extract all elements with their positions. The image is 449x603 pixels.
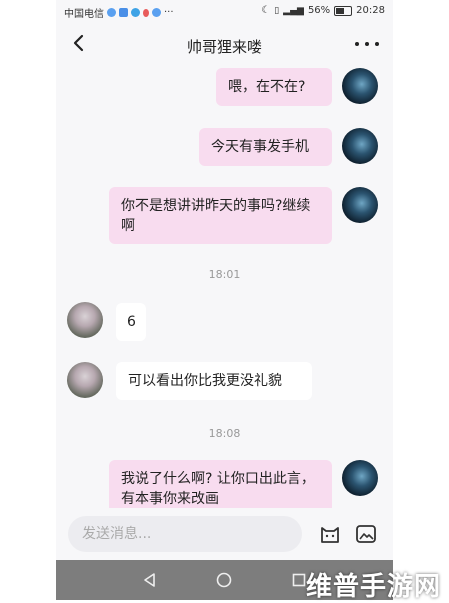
status-bar: 中国电信 ··· ☾ ▯ ▂▄▆ 56% 20:28 — [56, 0, 393, 24]
clock: 20:28 — [356, 5, 385, 16]
timestamp: 18:08 — [208, 427, 241, 440]
app-icon — [119, 8, 128, 17]
dot — [355, 42, 359, 46]
cat-face-icon — [321, 527, 339, 543]
message-text: 你不是想讲讲昨天的事吗?继续啊 — [121, 198, 311, 234]
moon-icon: ☾ — [261, 5, 271, 16]
chat-title: 帅哥狸来喽 — [186, 38, 262, 56]
message-bubble-received[interactable]: 6 — [116, 303, 146, 341]
my-avatar[interactable] — [342, 128, 378, 164]
triangle-back-icon — [144, 573, 155, 587]
vibrate-icon: ▯ — [274, 5, 280, 16]
message-text: 今天有事发手机 — [211, 139, 309, 155]
my-avatar[interactable] — [342, 187, 378, 223]
contact-avatar[interactable] — [67, 302, 103, 338]
message-bubble-sent[interactable]: 你不是想讲讲昨天的事吗?继续啊 — [109, 187, 332, 244]
message-bubble-sent[interactable]: 今天有事发手机 — [199, 128, 332, 166]
my-avatar[interactable] — [342, 460, 378, 496]
message-text: 可以看出你比我更没礼貌 — [128, 373, 282, 389]
dot — [375, 42, 379, 46]
message-bubble-received[interactable]: 可以看出你比我更没礼貌 — [116, 362, 312, 400]
emoji-button[interactable] — [318, 522, 342, 546]
more-notifications: ··· — [164, 7, 174, 18]
my-avatar[interactable] — [342, 68, 378, 104]
circle-home-icon — [216, 572, 232, 588]
nav-back-button[interactable] — [140, 570, 160, 590]
input-bar: 发送消息... — [56, 508, 393, 560]
battery-icon — [334, 5, 353, 16]
battery-percent: 56% — [307, 5, 331, 16]
message-text: 喂，在不在? — [228, 79, 306, 95]
carrier-label: 中国电信 — [64, 9, 104, 20]
notification-icon — [107, 8, 116, 17]
message-text: 6 — [127, 314, 136, 330]
more-options-button[interactable] — [355, 34, 379, 54]
message-bubble-sent[interactable]: 喂，在不在? — [216, 68, 332, 106]
watermark: 维普手游网 — [305, 572, 441, 602]
app-icon — [131, 8, 140, 17]
app-icon — [152, 8, 161, 17]
location-icon — [143, 8, 149, 17]
contact-avatar[interactable] — [67, 362, 103, 398]
status-left: 中国电信 ··· — [64, 5, 174, 20]
nav-home-button[interactable] — [214, 570, 234, 590]
chat-screen: 中国电信 ··· ☾ ▯ ▂▄▆ 56% 20:28 帅哥狸来喽 喂，在不在? … — [56, 0, 393, 600]
timestamp: 18:01 — [208, 268, 241, 281]
dot — [365, 42, 369, 46]
status-right: ☾ ▯ ▂▄▆ 56% 20:28 — [261, 5, 385, 16]
image-icon — [356, 525, 376, 543]
message-input[interactable]: 发送消息... — [68, 516, 302, 552]
chat-header: 帅哥狸来喽 — [56, 26, 393, 64]
image-button[interactable] — [354, 522, 378, 546]
message-text: 我说了什么啊? 让你口出此言，有本事你来改画 — [121, 471, 315, 507]
signal-icon: ▂▄▆ — [283, 5, 304, 16]
